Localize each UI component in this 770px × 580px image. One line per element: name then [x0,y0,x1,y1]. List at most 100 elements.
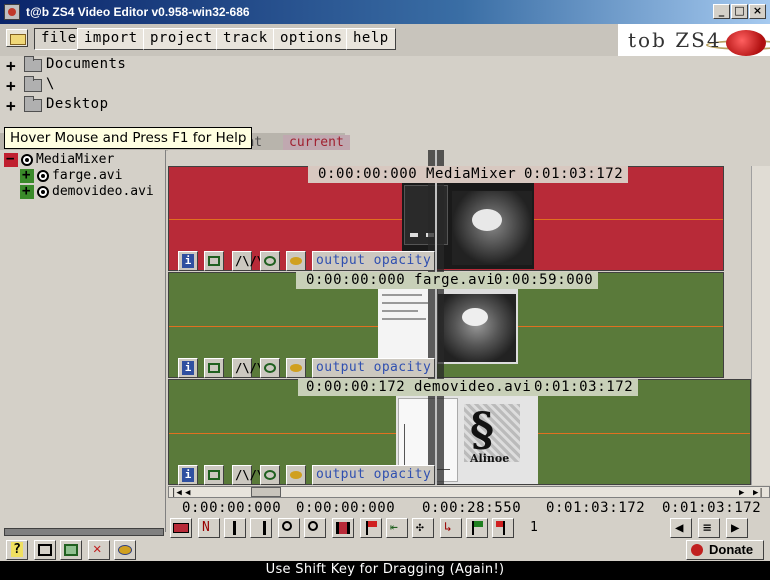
move-center-icon[interactable]: ✣ [412,518,434,538]
zoom-in-icon[interactable] [278,518,300,538]
tree-item-demovideo[interactable]: + demovideo.avi [20,183,160,200]
frame-step-value[interactable]: 1 [530,520,538,535]
playhead-line [435,150,437,485]
track-start-time: 0:00:00:172 [306,379,406,395]
mark-out-icon[interactable] [250,518,272,538]
farge-thumbnail [378,286,518,364]
split-icon[interactable] [332,518,354,538]
tab-current[interactable]: current [283,135,350,151]
track-end-time: 0:01:03:172 [534,379,634,395]
track-end-time: 0:00:59:000 [494,272,594,288]
flag-green-icon[interactable] [466,518,488,538]
menu-import[interactable]: import [77,28,145,50]
eye-icon[interactable] [286,251,306,271]
output-opacity-button[interactable]: output opacity [312,358,436,378]
info-icon[interactable]: i [178,251,198,271]
waveform-icon[interactable]: /\/\ [232,465,264,485]
track-start-time: 0:00:00:000 [306,272,406,288]
donate-button[interactable]: Donate [686,540,764,560]
tree-item-label: farge.avi [52,168,123,183]
status-bar: Use Shift Key for Dragging (Again!) [0,561,770,580]
track-name: MediaMixer [426,166,517,182]
scroll-right-icon[interactable]: ▶ [739,488,744,498]
tree-item-label: Documents [46,56,127,72]
object-tree-panel [0,150,166,532]
zoom-out-icon[interactable] [304,518,326,538]
title-bar[interactable]: t@b ZS4 Video Editor v0.958-win32-686 _ … [0,0,770,24]
help-icon[interactable]: ? [6,540,28,560]
track-end-time: 0:01:03:172 [524,166,624,182]
link-icon[interactable] [260,465,280,485]
tree-item-label: \ [46,76,55,92]
move-left-icon[interactable]: ⇤ [386,518,408,538]
scroll-start-icon[interactable]: |◀ [171,488,182,498]
track-header-demovideo[interactable]: 0:00:00:172 demovideo.avi 0:01:03:172 [298,379,638,396]
scroll-left-icon[interactable]: ◀ [185,488,190,498]
export-icon[interactable] [60,540,82,560]
folder-icon [24,96,42,112]
expand-icon[interactable]: + [20,167,34,183]
render-icon[interactable] [114,540,136,560]
flag-end-icon[interactable] [492,518,514,538]
waveform-icon[interactable]: /\/\ [232,251,264,271]
info-icon[interactable]: i [178,465,198,485]
previous-icon[interactable]: ◀ [670,518,692,538]
trim-icon[interactable]: ↳ [440,518,462,538]
eye-icon[interactable] [286,358,306,378]
window-title: t@b ZS4 Video Editor v0.958-win32-686 [26,5,250,19]
menu-options[interactable]: options [273,28,350,50]
delete-icon[interactable]: ✕ [88,540,110,560]
import-icon[interactable] [34,540,56,560]
expand-icon[interactable]: + [20,183,34,199]
folder-icon [24,76,42,92]
tree-item-farge[interactable]: + farge.avi [20,167,160,184]
help-tooltip: Hover Mouse and Press F1 for Help [4,127,253,149]
strawberry-icon [691,544,703,556]
cut-track-icon[interactable]: N [198,518,220,538]
expand-icon[interactable]: + [6,56,16,75]
tree-item-mediamixer[interactable]: − MediaMixer [4,151,164,168]
scroll-thumb[interactable] [251,487,281,497]
timeline-vertical-scrollbar[interactable] [751,166,770,485]
frame-icon[interactable] [204,251,224,271]
menu-help[interactable]: help [346,28,396,50]
menu-project[interactable]: project [143,28,220,50]
close-button[interactable]: × [749,4,766,19]
paragraph-sign-icon: § [470,402,495,456]
tree-scrollbar[interactable] [4,528,164,536]
output-opacity-button[interactable]: output opacity [312,465,436,485]
waveform-icon[interactable]: /\/\ [232,358,264,378]
timeline-horizontal-scrollbar[interactable]: |◀ ◀ ▶ ▶| [168,486,770,498]
track-name: demovideo.avi [414,379,532,395]
timecode-selection-start: 0:00:00:000 [182,500,282,516]
app-icon[interactable] [4,4,20,20]
film-reel-icon [21,154,33,166]
film-reel-icon [37,170,49,182]
timecode-range-start: 0:00:00:000 [296,500,396,516]
track-name: farge.avi [414,272,496,288]
marker-flag-icon[interactable] [360,518,382,538]
logo-text: tob ZS4 [628,28,722,52]
expand-icon[interactable]: + [6,76,16,95]
frame-icon[interactable] [204,465,224,485]
open-folder-icon[interactable] [6,29,28,47]
scroll-end-icon[interactable]: ▶| [753,488,764,498]
maximize-button[interactable]: □ [731,4,748,19]
frame-icon[interactable] [204,358,224,378]
track-header-mediamixer[interactable]: 0:00:00:000 MediaMixer 0:01:03:172 [308,166,628,183]
track-header-farge[interactable]: 0:00:00:000 farge.avi 0:00:59:000 [296,272,598,289]
output-opacity-button[interactable]: output opacity [312,251,436,271]
link-icon[interactable] [260,358,280,378]
collapse-icon[interactable]: − [4,151,18,167]
menu-track[interactable]: track [216,28,275,50]
stop-icon[interactable]: ≡ [698,518,720,538]
track-color-icon[interactable] [170,518,192,538]
mark-in-icon[interactable] [224,518,246,538]
link-icon[interactable] [260,251,280,271]
expand-icon[interactable]: + [6,96,16,115]
minimize-button[interactable]: _ [713,4,730,19]
info-icon[interactable]: i [178,358,198,378]
eye-icon[interactable] [286,465,306,485]
next-icon[interactable]: ▶ [726,518,748,538]
track-start-time: 0:00:00:000 [318,166,418,182]
